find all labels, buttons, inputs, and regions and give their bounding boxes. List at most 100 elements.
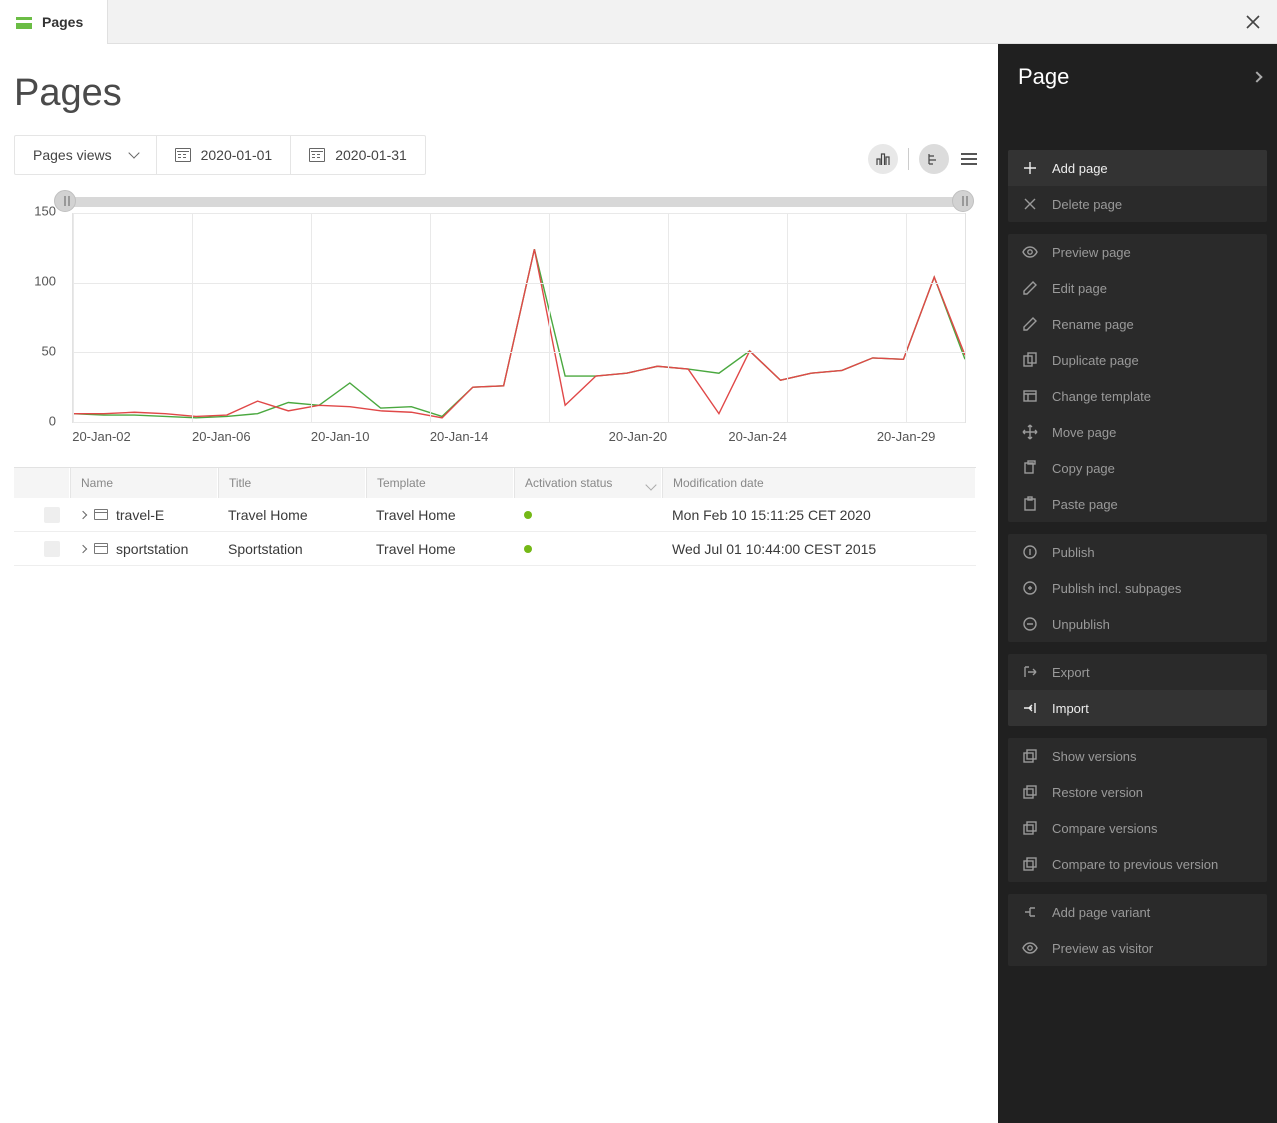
slider-handle-left[interactable] [54,190,76,212]
col-name[interactable]: Name [70,468,218,498]
sidebar-action-add-page[interactable]: Add page [1008,150,1267,186]
tab-pages[interactable]: Pages [0,0,108,44]
table-row[interactable]: travel-ETravel HomeTravel HomeMon Feb 10… [14,498,976,532]
series-line [73,249,965,418]
eye-icon [1022,244,1038,260]
chart: 050100150 20-Jan-0220-Jan-0620-Jan-1020-… [14,211,966,451]
eye-icon [1022,940,1038,956]
col-checkbox [14,468,70,498]
import-icon [1022,700,1038,716]
sidebar-group: Add pageDelete page [1008,150,1267,222]
cell-title: Travel Home [228,507,308,523]
template-icon [1022,388,1038,404]
sidebar-action-label: Import [1052,701,1089,716]
sidebar-action-export: Export [1008,654,1267,690]
metric-select[interactable]: Pages views [15,136,156,174]
y-tick: 0 [49,414,56,429]
row-checkbox[interactable] [44,507,60,523]
row-checkbox[interactable] [44,541,60,557]
sidebar-action-label: Add page variant [1052,905,1150,920]
y-axis: 050100150 [14,211,62,423]
sidebar-action-publish-incl-subpages: Publish incl. subpages [1008,570,1267,606]
variant-icon [1022,904,1038,920]
cell-template: Travel Home [376,541,456,557]
chart-view-button[interactable] [868,144,898,174]
date-to-input[interactable]: 2020-01-31 [290,136,425,174]
sidebar-action-compare-versions: Compare versions [1008,810,1267,846]
sidebar-action-paste-page: Paste page [1008,486,1267,522]
chart-plot [72,213,966,423]
col-template[interactable]: Template [366,468,514,498]
y-tick: 150 [34,204,56,219]
status-dot [524,545,532,553]
sidebar-action-rename-page: Rename page [1008,306,1267,342]
sidebar-action-copy-page: Copy page [1008,450,1267,486]
x-icon [1022,196,1038,212]
tree-view-button[interactable] [919,144,949,174]
series-line [73,249,965,418]
date-to-value: 2020-01-31 [335,147,407,163]
sidebar-action-restore-version: Restore version [1008,774,1267,810]
cell-date: Mon Feb 10 15:11:25 CET 2020 [672,507,871,523]
sidebar-action-change-template: Change template [1008,378,1267,414]
table-row[interactable]: sportstationSportstationTravel HomeWed J… [14,532,976,566]
date-from-input[interactable]: 2020-01-01 [156,136,291,174]
move-icon [1022,424,1038,440]
x-tick: 20-Jan-14 [430,429,489,444]
sidebar-action-label: Paste page [1052,497,1118,512]
slider-handle-right[interactable] [952,190,974,212]
table-header: Name Title Template Activation status Mo… [14,468,976,498]
x-tick: 20-Jan-24 [728,429,787,444]
sidebar-action-publish: Publish [1008,534,1267,570]
paste-icon [1022,496,1038,512]
close-icon[interactable] [1243,12,1263,32]
publish-icon [1022,544,1038,560]
col-date[interactable]: Modification date [662,468,976,498]
x-tick: 20-Jan-20 [609,429,668,444]
sidebar-action-unpublish: Unpublish [1008,606,1267,642]
sidebar-action-label: Copy page [1052,461,1115,476]
publish-tree-icon [1022,580,1038,596]
hamburger-icon [961,153,977,165]
copy-icon [1022,460,1038,476]
chevron-down-icon [639,478,655,492]
table-body: travel-ETravel HomeTravel HomeMon Feb 10… [14,498,976,566]
sidebar-group: Export Import [1008,654,1267,726]
sidebar-action-move-page: Move page [1008,414,1267,450]
list-view-button[interactable] [961,153,977,165]
sidebar-action-import[interactable]: Import [1008,690,1267,726]
sidebar-group: Add page variant Preview as visitor [1008,894,1267,966]
versions-icon [1022,784,1038,800]
x-tick: 20-Jan-29 [877,429,936,444]
content-area: Pages Pages views 2020-01-01 [0,44,998,1123]
sidebar-action-label: Compare versions [1052,821,1158,836]
col-title[interactable]: Title [218,468,366,498]
y-tick: 50 [42,344,56,359]
sidebar-title: Page [1018,64,1069,90]
cell-date: Wed Jul 01 10:44:00 CEST 2015 [672,541,876,557]
sidebar-group: Publish Publish incl. subpagesUnpublish [1008,534,1267,642]
slider-track [62,197,966,207]
x-axis: 20-Jan-0220-Jan-0620-Jan-1020-Jan-1420-J… [72,429,966,451]
chevron-down-icon [128,147,139,158]
y-tick: 100 [34,274,56,289]
sidebar-header[interactable]: Page [998,44,1277,110]
col-status[interactable]: Activation status [514,468,662,498]
chevron-right-icon [1251,71,1262,82]
range-slider[interactable] [62,193,966,207]
sidebar-action-label: Preview page [1052,245,1131,260]
sidebar-action-label: Publish [1052,545,1095,560]
sidebar-action-label: Edit page [1052,281,1107,296]
expand-icon[interactable] [79,544,87,552]
sidebar-action-add-page-variant: Add page variant [1008,894,1267,930]
status-dot [524,511,532,519]
versions-icon [1022,856,1038,872]
expand-icon[interactable] [79,510,87,518]
sidebar-group: Show versionsRestore versionCompare vers… [1008,738,1267,882]
x-tick: 20-Jan-02 [72,429,131,444]
sidebar-action-label: Compare to previous version [1052,857,1218,872]
export-icon [1022,664,1038,680]
tab-label: Pages [42,14,83,30]
sidebar-action-preview-as-visitor: Preview as visitor [1008,930,1267,966]
pages-app-icon [16,17,32,27]
